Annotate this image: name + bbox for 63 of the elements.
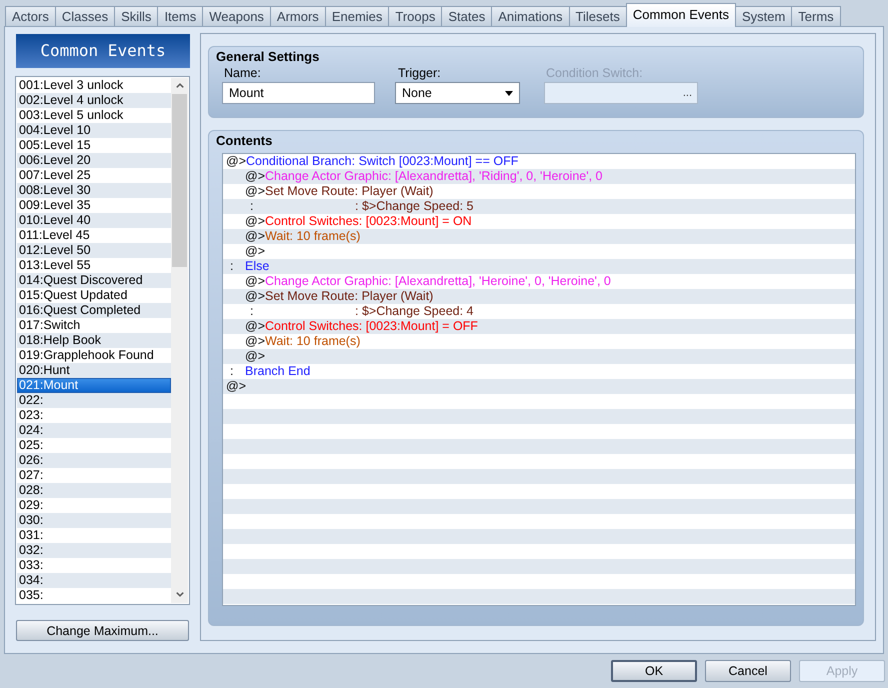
dialog-button[interactable]: Cancel bbox=[705, 660, 791, 682]
event-command[interactable]: @>Control Switches: [0023:Mount] = OFF bbox=[245, 319, 478, 334]
event-command[interactable]: @> bbox=[226, 379, 246, 394]
tab[interactable]: Skills bbox=[114, 6, 158, 26]
scroll-up-icon[interactable] bbox=[176, 83, 184, 88]
scroll-down-icon[interactable] bbox=[176, 592, 184, 597]
event-command[interactable]: @>Wait: 10 frame(s) bbox=[245, 334, 360, 349]
event-command[interactable]: @>Change Actor Graphic: [Alexandretta], 'Heroine', 0, 'Heroine', 0 bbox=[245, 274, 611, 289]
tab[interactable]: Enemies bbox=[324, 6, 390, 26]
event-list-item[interactable]: 012:Level 50 bbox=[17, 243, 171, 258]
event-list-item[interactable]: 006:Level 20 bbox=[17, 153, 171, 168]
event-command[interactable]: @>Set Move Route: Player (Wait) bbox=[245, 289, 434, 304]
tab[interactable]: Actors bbox=[5, 6, 56, 26]
event-command[interactable]: : : $>Change Speed: 5 bbox=[245, 199, 474, 214]
tab[interactable]: Animations bbox=[491, 6, 570, 26]
event-list-item[interactable]: 008:Level 30 bbox=[17, 183, 171, 198]
field-label: Trigger: bbox=[397, 66, 441, 81]
event-command[interactable]: @> bbox=[245, 349, 265, 364]
event-list-item[interactable]: 002:Level 4 unlock bbox=[17, 93, 171, 108]
tab[interactable]: System bbox=[734, 6, 792, 26]
tab[interactable]: Tilesets bbox=[568, 6, 627, 26]
event-command[interactable]: : Branch End bbox=[226, 364, 310, 379]
tab[interactable]: States bbox=[441, 6, 492, 26]
event-list-item[interactable]: 010:Level 40 bbox=[17, 213, 171, 228]
dialog-button[interactable]: OK bbox=[611, 660, 697, 682]
event-list-item[interactable]: 034: bbox=[17, 573, 171, 588]
section-title: General Settings bbox=[216, 49, 320, 64]
tab[interactable]: Items bbox=[157, 6, 204, 26]
event-list-item[interactable]: 021:Mount bbox=[17, 378, 171, 393]
panel-title: Common Events bbox=[16, 34, 190, 68]
section-title: Contents bbox=[216, 133, 272, 148]
tab[interactable]: Terms bbox=[791, 6, 841, 26]
caret-icon bbox=[505, 90, 513, 96]
event-command[interactable]: @>Change Actor Graphic: [Alexandretta], 'Riding', 0, 'Heroine', 0 bbox=[245, 169, 603, 184]
event-list-item[interactable]: 026: bbox=[17, 453, 171, 468]
event-list-item[interactable]: 028: bbox=[17, 483, 171, 498]
event-command[interactable]: @>Set Move Route: Player (Wait) bbox=[245, 184, 434, 199]
event-list-item[interactable]: 022: bbox=[17, 393, 171, 408]
event-command[interactable]: : : $>Change Speed: 4 bbox=[245, 304, 474, 319]
tab[interactable]: Weapons bbox=[202, 6, 271, 26]
name-field[interactable]: Mount bbox=[222, 82, 375, 104]
event-command[interactable]: @> bbox=[245, 244, 265, 259]
tab[interactable]: Troops bbox=[388, 6, 442, 26]
event-command[interactable]: : Else bbox=[226, 259, 270, 274]
event-list-item[interactable]: 018:Help Book bbox=[17, 333, 171, 348]
tab[interactable]: Classes bbox=[54, 6, 116, 26]
tab[interactable]: Armors bbox=[270, 6, 326, 26]
event-list-item[interactable]: 014:Quest Discovered bbox=[17, 273, 171, 288]
trigger-dropdown[interactable]: None bbox=[395, 82, 520, 104]
event-command[interactable]: @>Wait: 10 frame(s) bbox=[245, 229, 360, 244]
event-command[interactable]: @>Conditional Branch: Switch [0023:Mount] == OFF bbox=[226, 154, 518, 169]
event-list-item[interactable]: 016:Quest Completed bbox=[17, 303, 171, 318]
event-list-item[interactable]: 030: bbox=[17, 513, 171, 528]
event-list-item[interactable]: 004:Level 10 bbox=[17, 123, 171, 138]
event-command[interactable]: @>Control Switches: [0023:Mount] = ON bbox=[245, 214, 472, 229]
scrollbar-thumb[interactable] bbox=[172, 94, 187, 267]
tab[interactable]: Common Events bbox=[626, 3, 736, 27]
event-list-item[interactable]: 020:Hunt bbox=[17, 363, 171, 378]
scrollbar[interactable] bbox=[171, 78, 188, 603]
change-maximum-button[interactable]: Change Maximum... bbox=[16, 620, 189, 641]
field-label: Name: bbox=[223, 66, 261, 81]
event-list-item[interactable]: 024: bbox=[17, 423, 171, 438]
event-list-item[interactable]: 032: bbox=[17, 543, 171, 558]
